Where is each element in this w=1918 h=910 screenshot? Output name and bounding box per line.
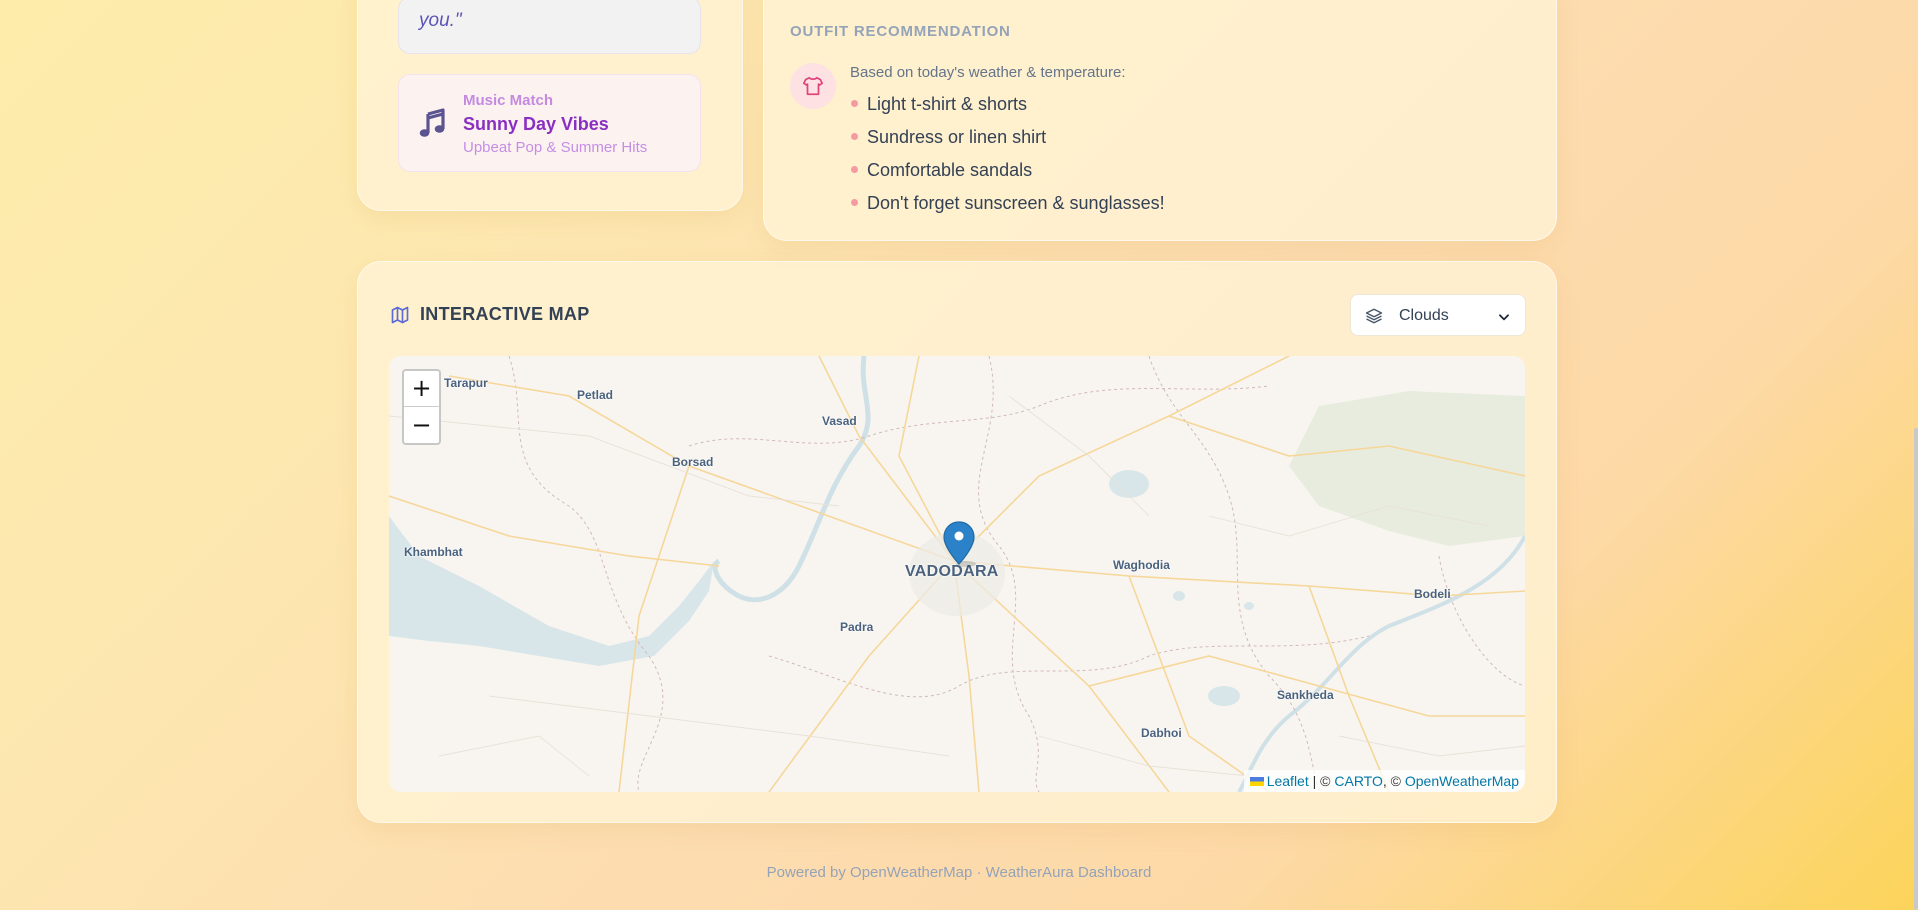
outfit-item-text: Light t-shirt & shorts xyxy=(867,94,1028,114)
ukraine-flag-icon xyxy=(1249,777,1264,786)
shirt-badge xyxy=(790,63,836,109)
map-canvas[interactable]: + − Tarapur Petlad Vasad Borsad Khambhat… xyxy=(389,356,1525,792)
map-title: INTERACTIVE MAP xyxy=(420,304,590,324)
city-label-tarapur: Tarapur xyxy=(444,376,488,390)
layer-select-value: Clouds xyxy=(1399,307,1449,324)
chevron-down-icon xyxy=(1499,314,1509,321)
layers-icon xyxy=(1365,308,1383,324)
map-icon xyxy=(391,306,409,324)
layer-select[interactable]: Clouds xyxy=(1350,294,1526,336)
city-label-bodeli: Bodeli xyxy=(1414,587,1451,601)
city-label-waghodia: Waghodia xyxy=(1113,558,1170,572)
outfit-item-text: Don't forget sunscreen & sunglasses! xyxy=(867,193,1165,213)
list-item: Sundress or linen shirt xyxy=(850,127,1165,160)
bullet-dot xyxy=(851,199,858,206)
openweathermap-link[interactable]: OpenWeatherMap xyxy=(1405,773,1519,789)
music-match-box[interactable]: Music Match Sunny Day Vibes Upbeat Pop &… xyxy=(398,74,701,172)
page-scrollbar[interactable] xyxy=(1914,428,1918,910)
map-card: INTERACTIVE MAP Clouds + − Tarapur Petla… xyxy=(357,261,1557,823)
music-subtitle: Upbeat Pop & Summer Hits xyxy=(463,139,648,156)
zoom-in-button[interactable]: + xyxy=(404,371,439,407)
map-attribution: Leaflet | © CARTO, © OpenWeatherMap xyxy=(1243,770,1525,792)
quote-box: you." xyxy=(398,0,701,54)
outfit-item-text: Sundress or linen shirt xyxy=(867,127,1047,147)
leaflet-link[interactable]: Leaflet xyxy=(1267,773,1309,789)
city-label-borsad: Borsad xyxy=(672,455,714,469)
bullet-dot xyxy=(851,166,858,173)
list-item: Light t-shirt & shorts xyxy=(850,94,1165,127)
music-title: Sunny Day Vibes xyxy=(463,114,609,134)
bullet-dot xyxy=(851,133,858,140)
outfit-intro: Based on today's weather & temperature: xyxy=(850,64,1126,81)
attribution-separator: | © xyxy=(1308,773,1335,789)
city-label-vasad: Vasad xyxy=(822,414,857,428)
footer-text: Powered by OpenWeatherMap · WeatherAura … xyxy=(766,864,1152,881)
outfit-card: OUTFIT RECOMMENDATION Based on today's w… xyxy=(763,0,1557,241)
city-label-petlad: Petlad xyxy=(577,388,614,402)
shirt-icon xyxy=(802,76,824,96)
music-label: Music Match xyxy=(463,92,554,109)
list-item: Don't forget sunscreen & sunglasses! xyxy=(850,193,1165,226)
zoom-out-button[interactable]: − xyxy=(404,408,439,444)
outfit-heading: OUTFIT RECOMMENDATION xyxy=(790,23,1011,40)
carto-link[interactable]: CARTO xyxy=(1334,773,1383,789)
outfit-list: Light t-shirt & shorts Sundress or linen… xyxy=(850,94,1165,226)
city-label-padra: Padra xyxy=(840,620,874,634)
music-note-icon xyxy=(419,108,445,137)
city-label-khambhat: Khambhat xyxy=(404,545,463,559)
location-pin-icon[interactable] xyxy=(942,520,976,568)
list-item: Comfortable sandals xyxy=(850,160,1165,193)
city-label-dabhoi: Dabhoi xyxy=(1141,726,1182,740)
attribution-separator: , © xyxy=(1382,773,1405,789)
city-label-sankheda: Sankheda xyxy=(1277,688,1334,702)
bullet-dot xyxy=(851,100,858,107)
outfit-item-text: Comfortable sandals xyxy=(867,160,1033,180)
quote-text: you." xyxy=(419,10,462,31)
zoom-control: + − xyxy=(402,369,441,445)
insight-card: you." Music Match Sunny Day Vibes Upbeat… xyxy=(357,0,743,211)
